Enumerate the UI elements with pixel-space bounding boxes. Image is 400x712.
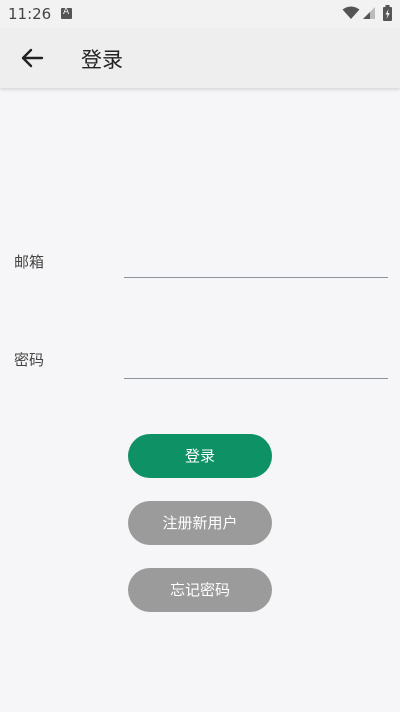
password-label: 密码 xyxy=(14,351,45,369)
forgot-password-button[interactable]: 忘记密码 xyxy=(128,568,272,612)
password-field[interactable] xyxy=(124,353,388,379)
arrow-left-icon[interactable] xyxy=(20,47,44,69)
a-badge-icon xyxy=(61,7,72,19)
email-field[interactable] xyxy=(124,252,388,278)
login-button[interactable]: 登录 xyxy=(128,434,272,478)
register-button[interactable]: 注册新用户 xyxy=(128,501,272,545)
status-time: 11:26 xyxy=(8,5,52,23)
status-bar: 11:26 xyxy=(0,0,400,28)
signal-icon xyxy=(363,7,375,19)
email-label: 邮箱 xyxy=(14,253,45,271)
app-bar: 登录 xyxy=(0,28,400,88)
battery-charging-icon xyxy=(383,5,392,21)
page-title: 登录 xyxy=(81,48,123,72)
wifi-icon xyxy=(342,6,360,19)
